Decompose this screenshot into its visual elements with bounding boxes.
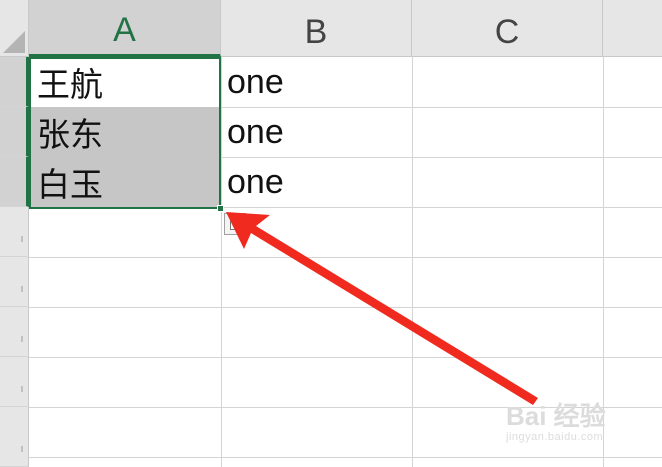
watermark-url: jingyan.baidu.com bbox=[506, 431, 604, 443]
watermark: Bai 经验 jingyan.baidu.com bbox=[506, 396, 606, 443]
watermark-logo: Bai 经验 bbox=[506, 401, 606, 431]
